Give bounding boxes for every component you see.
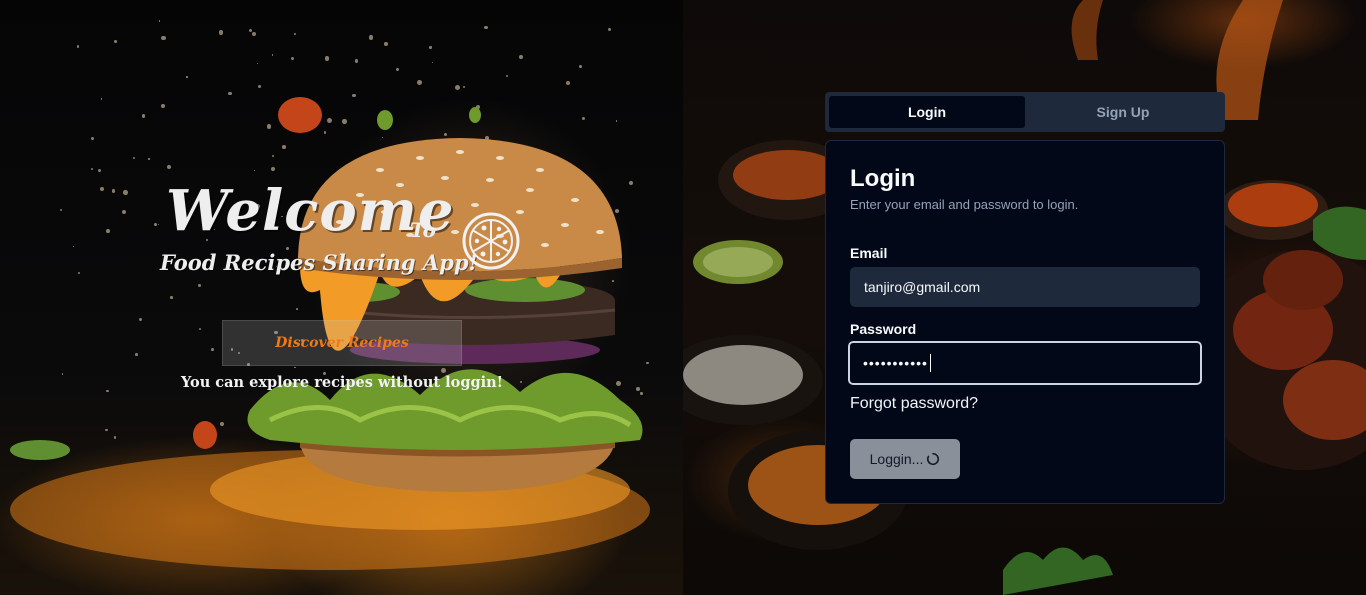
tab-login[interactable]: Login bbox=[829, 96, 1025, 128]
text-caret bbox=[929, 354, 931, 372]
welcome-to: To bbox=[410, 218, 436, 242]
login-card: Login Enter your email and password to l… bbox=[825, 140, 1225, 504]
hero-panel: Welcome To Food Recipes Sharing App! Dis… bbox=[0, 0, 683, 595]
pizza-icon bbox=[462, 212, 520, 270]
auth-panel: Login Sign Up Login Enter your email and… bbox=[683, 0, 1366, 595]
login-description: Enter your email and password to login. bbox=[850, 197, 1079, 212]
email-value: tanjiro@gmail.com bbox=[864, 279, 981, 295]
page: Welcome To Food Recipes Sharing App! Dis… bbox=[0, 0, 1366, 595]
auth-tabs: Login Sign Up bbox=[825, 92, 1225, 132]
password-field[interactable]: ••••••••••• bbox=[846, 339, 1204, 387]
forgot-password-link[interactable]: Forgot password? bbox=[850, 395, 978, 413]
login-title: Login bbox=[850, 165, 916, 192]
email-label: Email bbox=[850, 245, 888, 261]
welcome-heading: Welcome To Food Recipes Sharing App! bbox=[160, 178, 540, 288]
login-button[interactable]: Loggin... bbox=[850, 439, 960, 479]
login-button-label: Loggin... bbox=[869, 451, 924, 467]
spinner-icon bbox=[927, 452, 940, 466]
app-name: Food Recipes Sharing App! bbox=[160, 250, 478, 275]
password-label: Password bbox=[850, 321, 917, 337]
password-value: ••••••••••• bbox=[863, 355, 928, 371]
tab-sign-up[interactable]: Sign Up bbox=[1025, 96, 1221, 128]
burger-illustration bbox=[10, 97, 650, 570]
discover-recipes-button[interactable]: Discover Recipes bbox=[222, 320, 462, 366]
explore-note: You can explore recipes without loggin! bbox=[180, 374, 504, 391]
email-field[interactable]: tanjiro@gmail.com bbox=[850, 267, 1200, 307]
